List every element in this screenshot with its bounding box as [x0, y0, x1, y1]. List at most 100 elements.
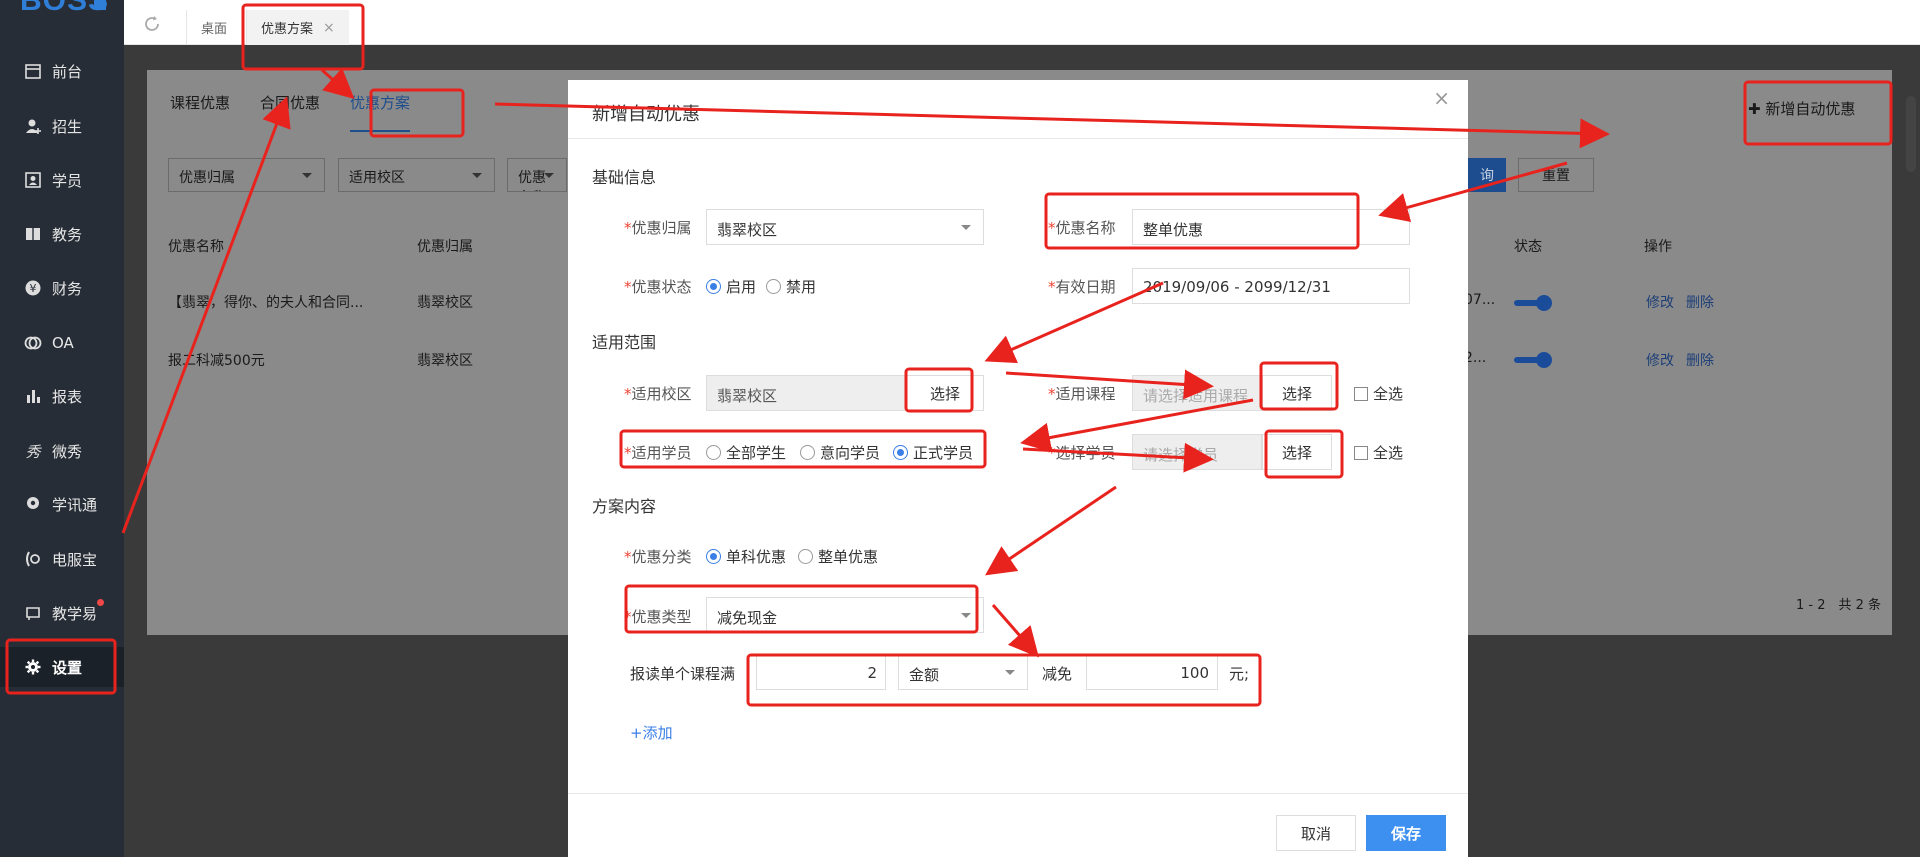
course-placeholder: 请选择适用课程 [1143, 387, 1249, 405]
sidebar-item-xuexuntong[interactable]: 学讯通 [0, 484, 124, 524]
logo: BOSS [0, 0, 124, 40]
cancel-button[interactable]: 取消 [1276, 815, 1356, 851]
category-single-radio[interactable]: 单科优惠 [706, 546, 786, 567]
sidebar: BOSS 前台 招生 学员 教务 ¥ 财务 OA 报表 秀 微秀 学讯通 电服宝 [0, 0, 124, 857]
student-label: *适用学员 [624, 444, 692, 462]
yen-icon: ¥ [24, 279, 42, 297]
student-intent-radio[interactable]: 意向学员 [800, 442, 880, 463]
belong-label: *优惠归属 [624, 219, 692, 237]
subtab-contract-discount[interactable]: 合同优惠 [260, 92, 320, 132]
book-icon [24, 225, 42, 243]
student-all-radio[interactable]: 全部学生 [706, 442, 786, 463]
sidebar-item-jiaoxueyi[interactable]: 教学易 [0, 593, 124, 633]
campus-choose-button[interactable]: 选择 [906, 375, 984, 411]
rule-unit-select[interactable]: 金额 [898, 654, 1028, 690]
row2-status-toggle[interactable] [1514, 352, 1552, 368]
student-select-all-checkbox[interactable]: 全选 [1354, 442, 1403, 463]
sidebar-item-caiwu[interactable]: ¥ 财务 [0, 268, 124, 308]
sidebar-item-baobiao[interactable]: 报表 [0, 376, 124, 416]
date-range-input[interactable]: 2019/09/06 - 2099/12/31 [1132, 268, 1410, 304]
rule-suffix-label: 元; [1229, 665, 1250, 683]
sidebar-item-weixiu[interactable]: 秀 微秀 [0, 431, 124, 471]
date-label: *有效日期 [1048, 278, 1116, 296]
col-header-status: 状态 [1514, 239, 1542, 255]
sidebar-item-zhaosheng[interactable]: 招生 [0, 106, 124, 146]
reset-button[interactable]: 重置 [1518, 158, 1594, 192]
row1-date: 07... [1464, 292, 1496, 308]
scrollbar[interactable] [1906, 96, 1916, 172]
belong-select[interactable]: 翡翠校区 [706, 209, 984, 245]
course-label: *适用课程 [1048, 385, 1116, 403]
rule-count-input[interactable]: 2 [756, 654, 886, 690]
sidebar-item-qiantai[interactable]: 前台 [0, 51, 124, 91]
sidebar-item-label: 财务 [52, 279, 83, 298]
sidebar-item-label: 招生 [52, 117, 83, 136]
row2-edit-link[interactable]: 修改 [1646, 350, 1674, 370]
subtab-discount-plan[interactable]: 优惠方案 [350, 92, 411, 132]
row1-delete-link[interactable]: 删除 [1686, 292, 1714, 312]
calendar-icon [24, 62, 42, 80]
sidebar-item-label: 前台 [52, 62, 83, 81]
tab-discount-plan[interactable]: 优惠方案 × [246, 10, 349, 45]
tab-label: 优惠方案 [261, 22, 314, 37]
status-disabled-radio[interactable]: 禁用 [766, 276, 816, 297]
subtab-course-discount[interactable]: 课程优惠 [170, 92, 230, 132]
bar-chart-icon [24, 387, 42, 405]
weixiu-icon: 秀 [24, 442, 42, 460]
user-add-icon [24, 117, 42, 135]
campus-label: *适用校区 [624, 385, 692, 403]
sidebar-item-oa[interactable]: OA [0, 323, 124, 363]
sidebar-item-dianfubao[interactable]: 电服宝 [0, 539, 124, 579]
divider [568, 793, 1468, 794]
sidebar-item-label: 教学易 [52, 604, 98, 623]
page-subtabs: 课程优惠 合同优惠 优惠方案 [170, 92, 440, 132]
search-button[interactable]: 询 [1468, 158, 1506, 192]
col-header-name: 优惠名称 [168, 239, 224, 255]
filter-campus-select[interactable]: 适用校区 [338, 158, 495, 192]
row2-name: 报二科减500元 [168, 353, 265, 369]
category-label: *优惠分类 [624, 548, 692, 566]
discount-type-select[interactable]: 减免现金 [706, 597, 984, 633]
row2-belong: 翡翠校区 [417, 353, 473, 369]
sidebar-item-shezhi[interactable]: 设置 [0, 647, 124, 687]
svg-text:¥: ¥ [30, 282, 37, 295]
refresh-icon[interactable] [142, 14, 162, 34]
filter-belong-select[interactable]: 优惠归属 [168, 158, 325, 192]
campus-display: 翡翠校区 [706, 375, 906, 411]
type-label: *优惠类型 [624, 608, 692, 626]
filter-name-input[interactable]: 优惠名称 [507, 158, 567, 192]
tab-label: 桌面 [201, 22, 228, 37]
notification-dot [97, 599, 104, 606]
sidebar-item-xueyuan[interactable]: 学员 [0, 160, 124, 200]
student-choose-button[interactable]: 选择 [1262, 434, 1332, 470]
discount-name-input[interactable]: 整单优惠 [1132, 209, 1410, 245]
teach-icon [24, 604, 42, 622]
student-formal-radio[interactable]: 正式学员 [893, 442, 973, 463]
add-auto-discount-button[interactable]: ✚ 新增自动优惠 [1748, 98, 1855, 119]
rule-reduce-label: 减免 [1042, 665, 1073, 683]
tab-desktop[interactable]: 桌面 [186, 10, 241, 45]
top-tab-bar: 桌面 优惠方案 × [124, 0, 1920, 45]
course-select-all-checkbox[interactable]: 全选 [1354, 383, 1403, 404]
category-whole-radio[interactable]: 整单优惠 [798, 546, 878, 567]
col-header-ops: 操作 [1644, 239, 1672, 255]
pagination-info: 1 - 2 共 2 条 [1796, 598, 1882, 613]
close-icon[interactable]: × [1433, 86, 1450, 110]
rule-amount-input[interactable]: 100 [1086, 654, 1218, 690]
sidebar-item-label: 学讯通 [52, 495, 98, 514]
sidebar-item-label: 微秀 [52, 442, 83, 461]
save-button[interactable]: 保存 [1366, 815, 1446, 851]
add-rule-link[interactable]: +添加 [630, 722, 673, 743]
section-content: 方案内容 [592, 497, 657, 516]
sidebar-item-jiaowu[interactable]: 教务 [0, 214, 124, 254]
status-enabled-radio[interactable]: 启用 [706, 276, 756, 297]
close-icon[interactable]: × [323, 20, 335, 36]
row1-status-toggle[interactable] [1514, 295, 1552, 311]
course-choose-button[interactable]: 选择 [1262, 375, 1332, 411]
logo-badge [94, 0, 106, 10]
row2-delete-link[interactable]: 删除 [1686, 350, 1714, 370]
sidebar-item-label: OA [52, 334, 74, 352]
row1-edit-link[interactable]: 修改 [1646, 292, 1674, 312]
section-basic-info: 基础信息 [592, 168, 657, 187]
phone-service-icon [24, 550, 42, 568]
